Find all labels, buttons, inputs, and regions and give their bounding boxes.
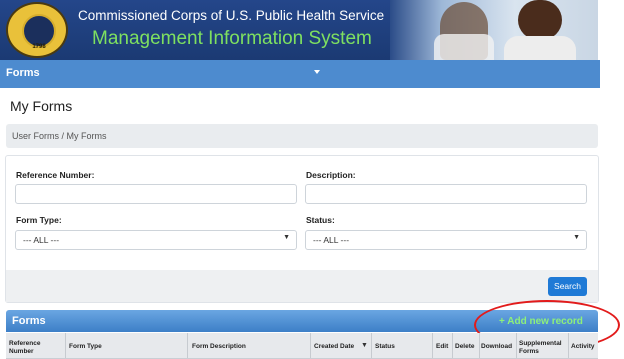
column-divider [452,333,453,358]
search-panel-footer [6,270,598,302]
status-select[interactable]: --- ALL --- ▼ [305,230,587,250]
column-divider [187,333,188,358]
col-activity: Activity [571,343,595,350]
column-divider [568,333,569,358]
col-status[interactable]: Status [375,343,395,351]
col-reference-line2: Number [9,348,34,355]
status-selected: --- ALL --- [313,235,350,245]
column-divider [479,333,480,358]
col-form-description[interactable]: Form Description [192,343,246,351]
forms-grid-title: Forms [12,315,46,327]
form-type-label: Form Type: [16,215,62,225]
col-reference-number[interactable]: Reference Number [9,340,40,356]
column-divider [432,333,433,358]
column-divider [310,333,311,358]
header-title-system: Management Information System [92,28,372,49]
column-divider [371,333,372,358]
column-divider [516,333,517,358]
select-caret-icon: ▼ [283,234,290,241]
col-supplemental-line2: Forms [519,348,539,355]
col-created-date[interactable]: Created Date [314,343,354,351]
description-input[interactable] [305,184,587,204]
description-label: Description: [306,170,356,180]
nav-forms-menu[interactable]: Forms [6,67,40,79]
col-delete: Delete [455,343,475,350]
select-caret-icon: ▼ [573,234,580,241]
header-photo [390,0,598,60]
col-supplemental-forms: Supplemental Forms [519,340,562,356]
col-download: Download [481,343,513,350]
form-type-select[interactable]: --- ALL --- ▼ [15,230,297,250]
breadcrumb-text[interactable]: User Forms / My Forms [12,131,107,141]
reference-number-input[interactable] [15,184,297,204]
form-type-selected: --- ALL --- [23,235,60,245]
col-reference-line1: Reference [9,340,41,347]
col-form-type[interactable]: Form Type [69,343,102,351]
column-divider [65,333,66,358]
nav-right-gap [600,60,624,88]
seal-emblem [22,14,56,48]
photo-officer-right [518,0,562,40]
header-title-agency: Commissioned Corps of U.S. Public Health… [78,8,385,23]
photo-officer-right-uniform [504,36,576,60]
status-label: Status: [306,215,335,225]
main-nav-bar [0,60,600,88]
col-supplemental-line1: Supplemental [519,340,562,347]
photo-officer-left-uniform [434,34,494,60]
reference-number-label: Reference Number: [16,170,95,180]
header-right-gap [598,0,624,60]
sort-desc-icon[interactable]: ▼ [361,342,368,349]
col-edit: Edit [436,343,449,350]
seal-year: 1798 [32,44,46,50]
chevron-down-icon[interactable] [314,70,320,74]
page-title: My Forms [10,98,73,114]
search-button[interactable]: Search [548,277,587,296]
phs-seal-logo: 1798 [6,2,68,58]
